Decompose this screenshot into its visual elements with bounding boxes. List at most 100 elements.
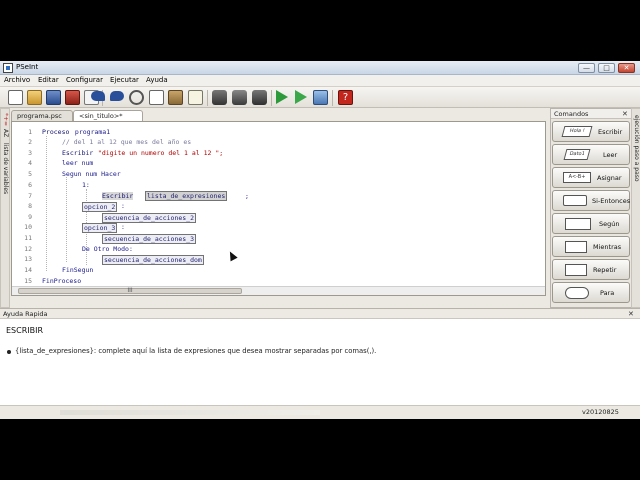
replace-icon[interactable]: [252, 90, 267, 105]
variables-strip[interactable]: *+= AZ lista de variables: [0, 108, 10, 308]
minimize-button[interactable]: —: [578, 63, 595, 73]
title-bar: PSeInt — □ ✕: [0, 61, 640, 75]
line-number: 15: [24, 277, 32, 285]
tab-label: programa.psc: [17, 112, 62, 120]
quick-help-header: Ayuda Rapida ✕: [0, 309, 640, 319]
placeholder-opcion-3[interactable]: opcion_3: [82, 223, 118, 233]
code-keyword: FinProceso: [42, 277, 82, 285]
code-text: 1:: [82, 181, 90, 189]
command-leer[interactable]: Dato1 Leer: [552, 144, 630, 165]
redo-icon[interactable]: [110, 91, 124, 101]
flowchart-icon[interactable]: [313, 90, 328, 105]
line-number: 13: [24, 255, 32, 263]
code-editor[interactable]: 1 2 3 4 5 6 7 8 9 10 11 12 13 14 15 16 P…: [11, 121, 546, 296]
menu-archivo[interactable]: Archivo: [4, 76, 30, 84]
code-keyword: Proceso: [42, 128, 70, 136]
command-si-entonces[interactable]: Si-Entonces: [552, 190, 630, 211]
line-number: 5: [28, 170, 32, 178]
placeholder-secuencia-3[interactable]: secuencia_de_acciones_3: [102, 234, 197, 244]
window-title: PSeInt: [16, 63, 39, 71]
variables-list-label: lista de variables: [2, 143, 9, 195]
bullet-icon: [7, 350, 11, 354]
input-shape-icon: Dato1: [563, 149, 591, 160]
line-number: 7: [28, 192, 32, 200]
decision-shape-icon: [563, 195, 587, 206]
command-label: Repetir: [593, 266, 617, 274]
run-icon[interactable]: [276, 90, 288, 104]
search-icon[interactable]: [212, 90, 227, 105]
copy-icon[interactable]: [149, 90, 164, 105]
menu-configurar[interactable]: Configurar: [66, 76, 103, 84]
new-icon[interactable]: [8, 90, 23, 105]
close-window-button[interactable]: ✕: [618, 63, 635, 73]
horizontal-scrollbar[interactable]: III: [12, 286, 545, 295]
code-string: "digite un numero del 1 al 12 ";: [94, 149, 224, 157]
open-icon[interactable]: [27, 90, 42, 105]
command-para[interactable]: Para: [552, 282, 630, 303]
maximize-button[interactable]: □: [598, 63, 615, 73]
command-label: Para: [600, 289, 615, 297]
find-next-icon[interactable]: [232, 90, 247, 105]
pseint-window: PSeInt — □ ✕ Archivo Editar Configurar E…: [0, 61, 640, 419]
command-label: Si-Entonces: [592, 197, 631, 205]
toolbar-separator-2: [207, 90, 208, 106]
step-execution-strip[interactable]: ejecución paso a paso: [631, 108, 640, 308]
app-icon: [3, 63, 13, 73]
line-number: 3: [28, 149, 32, 157]
commands-title: Comandos: [554, 110, 589, 118]
edit-icon[interactable]: [188, 90, 203, 105]
assign-shape-icon: A<-B+: [563, 172, 591, 183]
command-repetir[interactable]: Repetir: [552, 259, 630, 280]
paste-icon[interactable]: [168, 90, 183, 105]
command-segun[interactable]: Según: [552, 213, 630, 234]
close-icon[interactable]: ✕: [628, 309, 634, 319]
toolbar-separator-4: [332, 90, 333, 106]
menu-editar[interactable]: Editar: [38, 76, 59, 84]
quick-help-title: Ayuda Rapida: [3, 310, 48, 318]
command-label: Según: [599, 220, 620, 228]
scroll-thumb[interactable]: III: [18, 288, 242, 294]
code-text: programa1: [71, 128, 111, 136]
line-number: 6: [28, 181, 32, 189]
help-description: {lista_de_expresiones}: complete aquí la…: [15, 347, 377, 355]
strip-symbols: AZ: [2, 129, 9, 138]
quick-help-panel: Ayuda Rapida ✕ ESCRIBIR {lista_de_expres…: [0, 308, 640, 419]
commands-header: Comandos ✕: [551, 109, 631, 119]
line-number: 12: [24, 245, 32, 253]
save-as-icon[interactable]: [65, 90, 80, 105]
code-text: :: [121, 202, 125, 210]
placeholder-lista-de-expresiones[interactable]: lista_de_expresiones: [145, 191, 228, 201]
help-icon[interactable]: ?: [338, 90, 353, 105]
cut-icon[interactable]: [129, 90, 144, 105]
code-text: FinSegun: [62, 266, 94, 274]
line-number: 14: [24, 266, 32, 274]
close-icon[interactable]: ✕: [622, 109, 628, 119]
editor-tabs: programa.psc <sin_titulo>* ✕: [11, 110, 555, 121]
toolbar: ?: [0, 86, 640, 108]
command-asignar[interactable]: A<-B+ Asignar: [552, 167, 630, 188]
code-keyword: Escribir: [62, 149, 94, 157]
line-number: 2: [28, 138, 32, 146]
placeholder-secuencia-2[interactable]: secuencia_de_acciones_2: [102, 213, 197, 223]
help-heading: ESCRIBIR: [6, 326, 44, 335]
undo-icon[interactable]: [91, 91, 105, 101]
placeholder-opcion-2[interactable]: opcion_2: [82, 202, 118, 212]
step-run-icon[interactable]: [295, 90, 307, 104]
for-shape-icon: [565, 287, 589, 299]
command-label: Escribir: [598, 128, 623, 136]
tab-sin-titulo[interactable]: <sin_titulo>*: [73, 110, 143, 121]
code-text: De Otro Modo:: [82, 245, 133, 253]
placeholder-secuencia-dom[interactable]: secuencia_de_acciones_dom: [102, 255, 204, 265]
line-number: 9: [28, 213, 32, 221]
menu-ayuda[interactable]: Ayuda: [146, 76, 168, 84]
repeat-shape-icon: [565, 264, 587, 276]
command-escribir[interactable]: Hola ! Escribir: [552, 121, 630, 142]
line-number: 8: [28, 202, 32, 210]
tab-programa[interactable]: programa.psc: [11, 110, 73, 121]
screen: PSeInt — □ ✕ Archivo Editar Configurar E…: [0, 0, 640, 480]
save-icon[interactable]: [46, 90, 61, 105]
version-label: v20120825: [582, 408, 619, 416]
commands-panel: Comandos ✕ Hola ! Escribir Dato1 Leer A<…: [550, 108, 632, 308]
command-mientras[interactable]: Mientras: [552, 236, 630, 257]
menu-ejecutar[interactable]: Ejecutar: [110, 76, 139, 84]
